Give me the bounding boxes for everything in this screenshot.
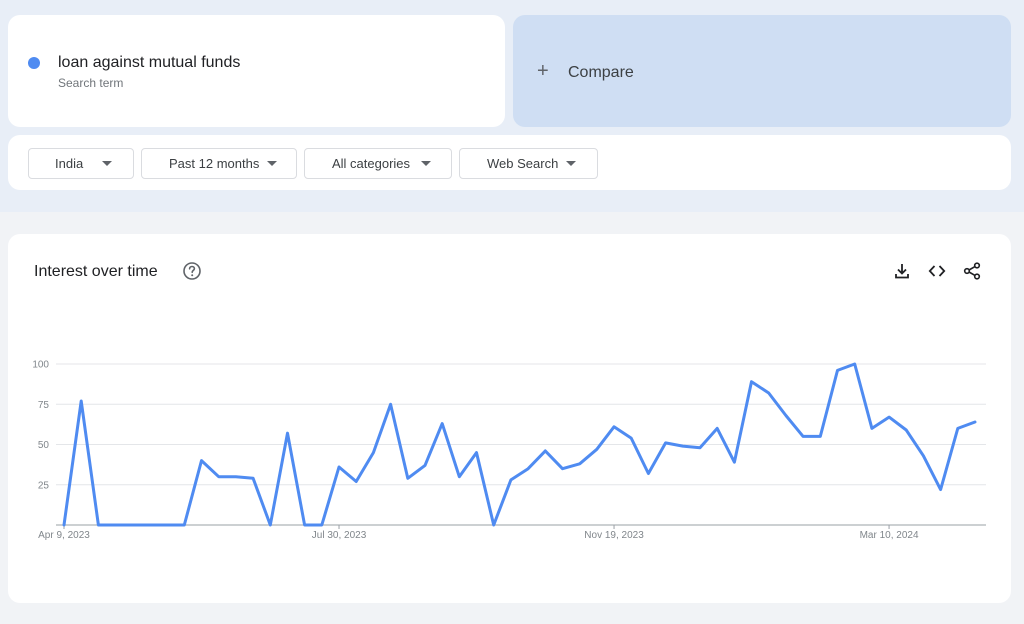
chevron-down-icon: [267, 161, 278, 166]
chevron-down-icon: [421, 161, 432, 166]
x-tick-label: Jul 30, 2023: [312, 530, 367, 541]
time-filter-dropdown[interactable]: Past 12 months: [141, 148, 297, 179]
search-type-filter-dropdown[interactable]: Web Search: [459, 148, 598, 179]
search-type-filter-label: Web Search: [487, 156, 559, 171]
chevron-down-icon: [102, 161, 113, 166]
x-tick-label: Apr 9, 2023: [38, 530, 90, 541]
y-tick-label: 25: [38, 480, 50, 491]
category-filter-dropdown[interactable]: All categories: [304, 148, 452, 179]
y-tick-label: 50: [38, 440, 50, 451]
time-filter-label: Past 12 months: [169, 156, 260, 171]
chevron-down-icon: [566, 161, 577, 166]
region-filter-label: India: [55, 156, 84, 171]
compare-button[interactable]: + Compare: [513, 15, 1011, 127]
x-tick-label: Mar 10, 2024: [860, 530, 919, 541]
category-filter-label: All categories: [332, 156, 411, 171]
plus-icon: +: [537, 60, 549, 82]
region-filter-dropdown[interactable]: India: [28, 148, 134, 179]
interest-over-time-chart: 100 75 50 25 Apr 9, 2023 Jul 30, 2023 Nov 19, …: [32, 360, 986, 541]
x-tick-label: Nov 19, 2023: [584, 530, 644, 541]
interest-over-time-card: Interest over time 100 75 50 25 Apr 9, 2023 J…: [8, 234, 1011, 603]
compare-label: Compare: [568, 64, 634, 81]
search-term-label[interactable]: loan against mutual funds: [58, 54, 240, 72]
series-color-dot: [28, 57, 40, 69]
y-tick-label: 75: [38, 400, 50, 411]
y-tick-label: 100: [32, 360, 49, 371]
filter-bar: India Past 12 months All categories Web …: [8, 135, 1011, 190]
search-term-sublabel: Search term: [58, 76, 124, 90]
search-term-card[interactable]: loan against mutual funds Search term: [8, 15, 505, 127]
